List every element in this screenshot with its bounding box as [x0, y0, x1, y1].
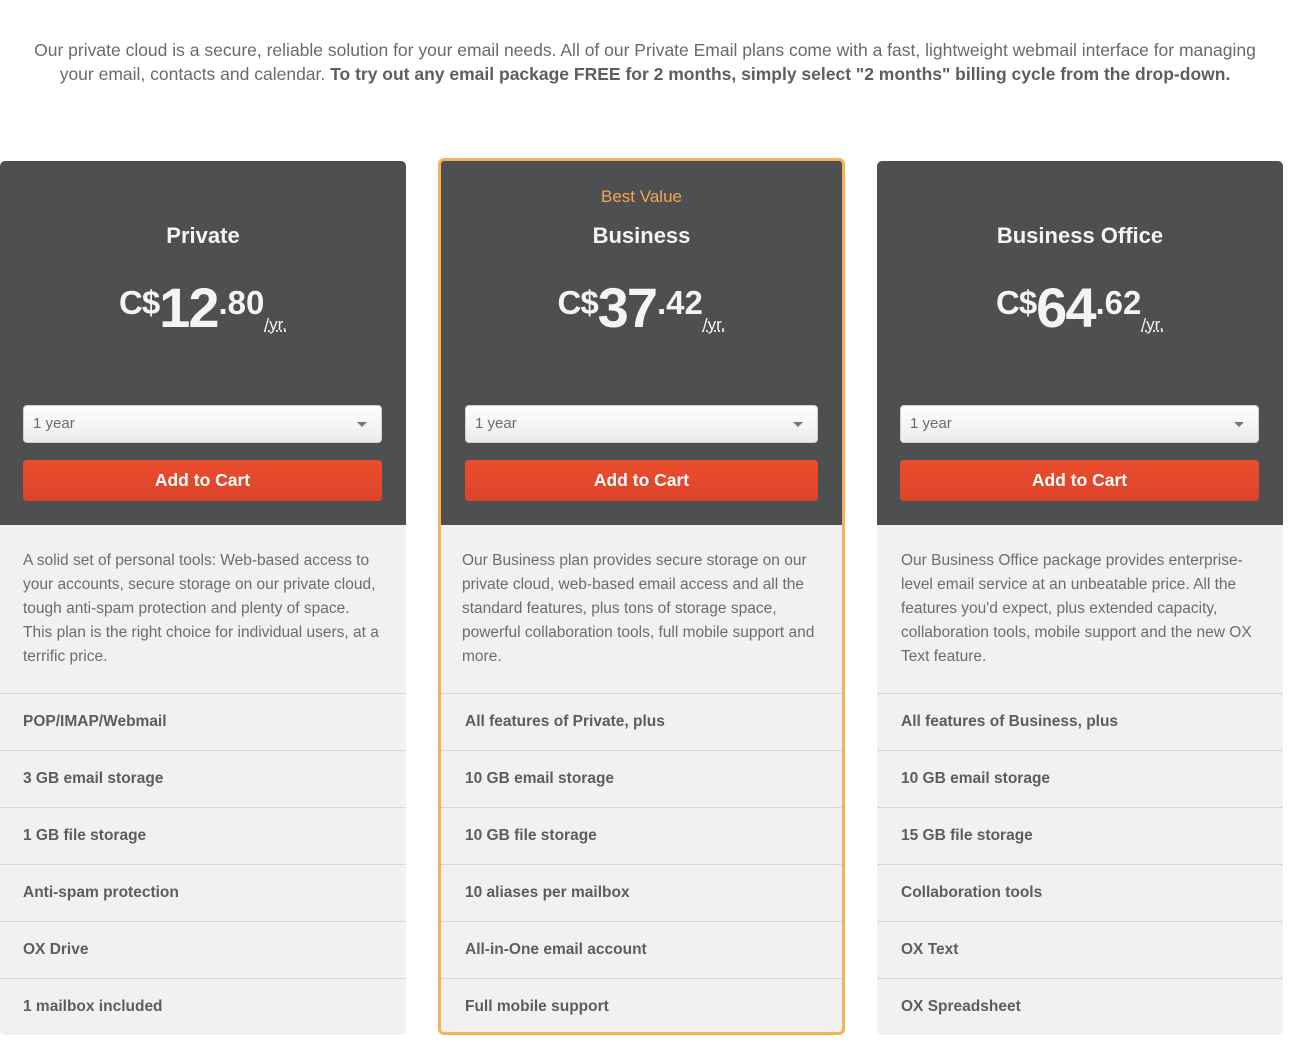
feature-item: Collaboration tools [877, 865, 1283, 922]
price-integer: 64 [1036, 276, 1096, 339]
plan-name: Business [592, 223, 691, 248]
plan-price: C$ 64 .62 /yr. [877, 276, 1283, 339]
intro-bold-text: To try out any email package FREE for 2 … [330, 64, 1231, 84]
plan-description: Our Business plan provides secure storag… [441, 525, 842, 694]
feature-item: Anti-spam protection [0, 865, 406, 922]
feature-item: OX Text [877, 922, 1283, 979]
price-period: /yr. [1141, 315, 1165, 334]
intro-text: Our private cloud is a secure, reliable … [20, 38, 1270, 86]
price-currency: C$ [118, 284, 160, 321]
feature-item: POP/IMAP/Webmail [0, 694, 406, 751]
plan-name: Business Office [996, 223, 1164, 248]
price-currency: C$ [995, 284, 1037, 321]
feature-item: 10 aliases per mailbox [441, 865, 842, 922]
plan-price: C$ 12 .80 /yr. [0, 276, 406, 339]
plan-description: Our Business Office package provides ent… [877, 525, 1283, 694]
price-period: /yr. [264, 315, 288, 334]
caret-down-icon [793, 422, 803, 427]
feature-item: 3 GB email storage [0, 751, 406, 808]
price-decimal: .42 [656, 284, 703, 321]
price-integer: 12 [159, 276, 219, 339]
feature-item: Full mobile support [465, 998, 609, 1015]
plan-description: A solid set of personal tools: Web-based… [0, 525, 406, 694]
price-decimal: .80 [218, 284, 265, 321]
billing-cycle-select[interactable]: 1 year [23, 405, 382, 443]
plan-card-business-office: Business Office C$ 64 .62 /yr. 1 year Ad… [877, 161, 1283, 1035]
feature-item: 10 GB email storage [877, 751, 1283, 808]
feature-item: All features of Private, plus [441, 694, 842, 751]
plan-card-business: Best Value Business C$ 37 .42 /yr. 1 yea… [438, 158, 845, 1035]
price-decimal: .62 [1095, 284, 1142, 321]
plan-price: C$ 37 .42 /yr. [441, 276, 842, 339]
feature-item: All features of Business, plus [877, 694, 1283, 751]
price-integer: 37 [597, 276, 658, 339]
feature-item: OX Drive [0, 922, 406, 979]
caret-down-icon [1234, 422, 1244, 427]
price-period: /yr. [702, 315, 726, 334]
add-to-cart-button[interactable]: Add to Cart [900, 460, 1259, 501]
best-value-badge: Best Value [601, 187, 682, 206]
plan-header: Best Value Business C$ 37 .42 /yr. 1 yea… [441, 161, 842, 525]
plan-header: Business Office C$ 64 .62 /yr. 1 year Ad… [877, 161, 1283, 525]
feature-item: All-in-One email account [441, 922, 842, 979]
plan-card-private: Private C$ 12 .80 /yr. 1 year Add to Car… [0, 161, 406, 1035]
billing-cycle-value: 1 year [910, 415, 952, 432]
feature-item: 1 GB file storage [0, 808, 406, 865]
feature-item: 10 GB email storage [441, 751, 842, 808]
feature-item: OX Spreadsheet [901, 998, 1021, 1015]
feature-item: 1 mailbox included [23, 998, 163, 1015]
price-currency: C$ [557, 284, 598, 321]
caret-down-icon [357, 422, 367, 427]
plan-header: Private C$ 12 .80 /yr. 1 year Add to Car… [0, 161, 406, 525]
billing-cycle-select[interactable]: 1 year [900, 405, 1259, 443]
billing-cycle-value: 1 year [475, 415, 517, 432]
billing-cycle-value: 1 year [33, 415, 75, 432]
feature-item: 10 GB file storage [441, 808, 842, 865]
plan-name: Private [166, 223, 240, 248]
add-to-cart-button[interactable]: Add to Cart [465, 460, 818, 501]
add-to-cart-button[interactable]: Add to Cart [23, 460, 382, 501]
feature-item: 15 GB file storage [877, 808, 1283, 865]
billing-cycle-select[interactable]: 1 year [465, 405, 818, 443]
